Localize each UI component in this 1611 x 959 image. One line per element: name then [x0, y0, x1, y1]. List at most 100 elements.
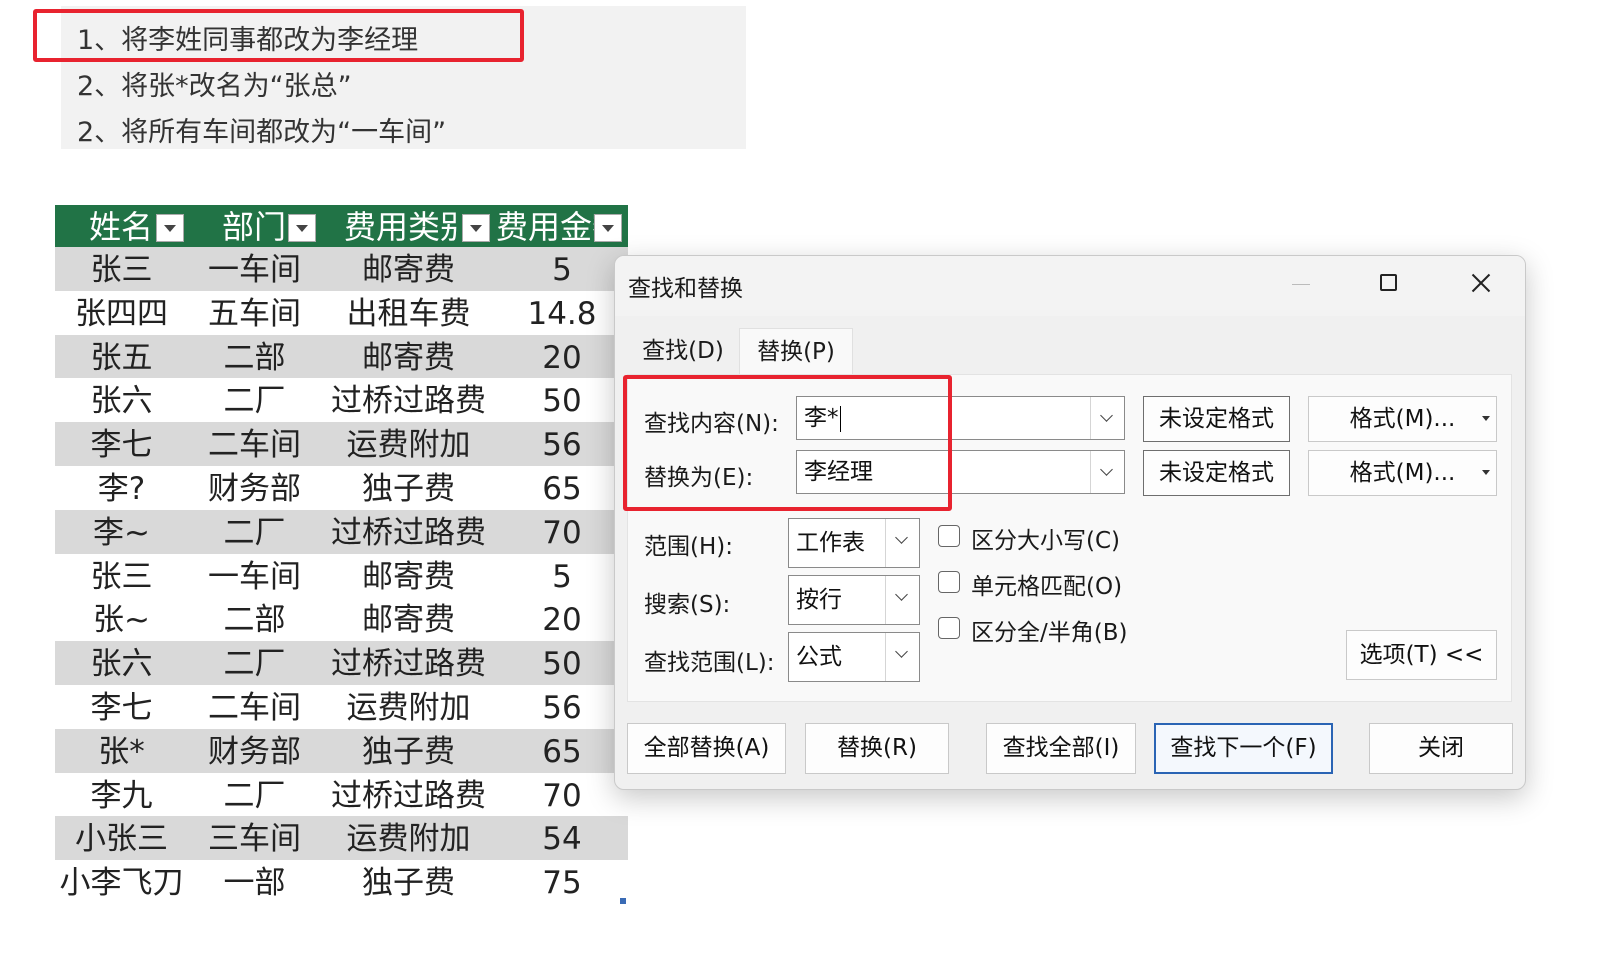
cell-amount[interactable]: 65: [496, 466, 628, 510]
cell-dept[interactable]: 一部: [188, 860, 321, 904]
filter-dropdown-icon[interactable]: [462, 214, 490, 242]
cell-category[interactable]: 运费附加: [321, 685, 496, 729]
cell-amount[interactable]: 75: [496, 860, 628, 904]
chevron-down-icon[interactable]: [1090, 397, 1124, 439]
cell-dept[interactable]: 财务部: [188, 729, 321, 773]
search-order-select[interactable]: 按行: [788, 575, 920, 625]
cell-category[interactable]: 出租车费: [321, 291, 496, 335]
cell-name[interactable]: 小李飞刀: [55, 860, 188, 904]
replace-button[interactable]: 替换(R): [805, 723, 949, 774]
cell-dept[interactable]: 财务部: [188, 466, 321, 510]
find-all-button[interactable]: 查找全部(I): [986, 723, 1136, 774]
find-format-button[interactable]: 格式(M)...: [1308, 396, 1497, 442]
filter-dropdown-icon[interactable]: [156, 214, 184, 242]
chevron-down-icon[interactable]: [885, 633, 919, 681]
header-amount[interactable]: 费用金额: [496, 205, 596, 247]
cell-dept[interactable]: 三车间: [188, 816, 321, 860]
cell-amount[interactable]: 50: [496, 378, 628, 422]
header-category[interactable]: 费用类别: [344, 205, 460, 247]
chevron-down-icon[interactable]: [885, 576, 919, 624]
cell-category[interactable]: 邮寄费: [321, 335, 496, 379]
cell-dept[interactable]: 二厂: [188, 510, 321, 554]
match-byte-width-label[interactable]: 区分全/半角(B): [971, 613, 1127, 647]
table-row: 李七 二车间 运费附加 56: [55, 685, 628, 729]
find-format-preview[interactable]: 未设定格式: [1143, 396, 1290, 442]
cell-amount[interactable]: 5: [496, 554, 628, 598]
cell-amount[interactable]: 54: [496, 816, 628, 860]
cell-name[interactable]: 李七: [55, 685, 188, 729]
cell-category[interactable]: 过桥过路费: [321, 510, 496, 554]
header-dept[interactable]: 部门: [222, 205, 288, 247]
close-icon[interactable]: [1435, 256, 1525, 312]
cell-name[interactable]: 小张三: [55, 816, 188, 860]
cell-name[interactable]: 张*: [55, 729, 188, 773]
filter-dropdown-icon[interactable]: [288, 214, 316, 242]
replace-all-button[interactable]: 全部替换(A): [627, 723, 786, 774]
cell-category[interactable]: 独子费: [321, 860, 496, 904]
cell-amount[interactable]: 56: [496, 685, 628, 729]
cell-category[interactable]: 过桥过路费: [321, 773, 496, 817]
cell-category[interactable]: 运费附加: [321, 422, 496, 466]
cell-name[interactable]: 李九: [55, 773, 188, 817]
cell-name[interactable]: 张三: [55, 554, 188, 598]
cell-dept[interactable]: 二厂: [188, 641, 321, 685]
cell-name[interactable]: 张六: [55, 641, 188, 685]
cell-amount[interactable]: 5: [496, 247, 628, 291]
cell-name[interactable]: 张五: [55, 335, 188, 379]
replace-format-button[interactable]: 格式(M)...: [1308, 450, 1497, 496]
dialog-titlebar[interactable]: 查找和替换: [615, 256, 1525, 316]
cell-dept[interactable]: 二厂: [188, 378, 321, 422]
cell-name[interactable]: 张三: [55, 247, 188, 291]
cell-dept[interactable]: 一车间: [188, 247, 321, 291]
close-button[interactable]: 关闭: [1369, 723, 1513, 774]
maximize-icon[interactable]: [1345, 256, 1435, 312]
cell-amount[interactable]: 20: [496, 335, 628, 379]
cell-dept[interactable]: 二部: [188, 335, 321, 379]
cell-amount[interactable]: 70: [496, 510, 628, 554]
cell-name[interactable]: 李~: [55, 510, 188, 554]
cell-amount[interactable]: 56: [496, 422, 628, 466]
match-case-checkbox[interactable]: [938, 525, 960, 547]
table-resize-handle[interactable]: [620, 898, 626, 904]
minimize-icon[interactable]: [1255, 256, 1345, 312]
cell-dept[interactable]: 二部: [188, 597, 321, 641]
match-case-label[interactable]: 区分大小写(C): [971, 521, 1120, 555]
match-entire-cell-label[interactable]: 单元格匹配(O): [971, 567, 1122, 601]
cell-category[interactable]: 运费附加: [321, 816, 496, 860]
look-in-select[interactable]: 公式: [788, 632, 920, 682]
cell-name[interactable]: 张六: [55, 378, 188, 422]
filter-dropdown-icon[interactable]: [594, 214, 622, 242]
cell-amount[interactable]: 70: [496, 773, 628, 817]
chevron-down-icon[interactable]: [885, 519, 919, 567]
cell-category[interactable]: 独子费: [321, 729, 496, 773]
table-row: 小李飞刀 一部 独子费 75: [55, 860, 628, 904]
cell-category[interactable]: 邮寄费: [321, 597, 496, 641]
cell-category[interactable]: 邮寄费: [321, 554, 496, 598]
cell-dept[interactable]: 二车间: [188, 685, 321, 729]
cell-category[interactable]: 独子费: [321, 466, 496, 510]
tab-replace[interactable]: 替换(P): [739, 328, 853, 374]
cell-name[interactable]: 李?: [55, 466, 188, 510]
cell-amount[interactable]: 50: [496, 641, 628, 685]
cell-amount[interactable]: 14.8: [496, 291, 628, 335]
cell-name[interactable]: 张~: [55, 597, 188, 641]
match-entire-cell-checkbox[interactable]: [938, 571, 960, 593]
cell-dept[interactable]: 二车间: [188, 422, 321, 466]
match-byte-width-checkbox[interactable]: [938, 617, 960, 639]
cell-category[interactable]: 过桥过路费: [321, 641, 496, 685]
cell-name[interactable]: 李七: [55, 422, 188, 466]
options-toggle-button[interactable]: 选项(T) <<: [1346, 630, 1497, 680]
chevron-down-icon[interactable]: [1090, 451, 1124, 493]
cell-name[interactable]: 张四四: [55, 291, 188, 335]
cell-amount[interactable]: 65: [496, 729, 628, 773]
cell-amount[interactable]: 20: [496, 597, 628, 641]
replace-format-preview[interactable]: 未设定格式: [1143, 450, 1290, 496]
scope-select[interactable]: 工作表: [788, 518, 920, 568]
find-next-button[interactable]: 查找下一个(F): [1154, 723, 1333, 774]
cell-dept[interactable]: 二厂: [188, 773, 321, 817]
tab-find[interactable]: 查找(D): [627, 328, 739, 374]
cell-dept[interactable]: 五车间: [188, 291, 321, 335]
cell-category[interactable]: 过桥过路费: [321, 378, 496, 422]
cell-dept[interactable]: 一车间: [188, 554, 321, 598]
cell-category[interactable]: 邮寄费: [321, 247, 496, 291]
